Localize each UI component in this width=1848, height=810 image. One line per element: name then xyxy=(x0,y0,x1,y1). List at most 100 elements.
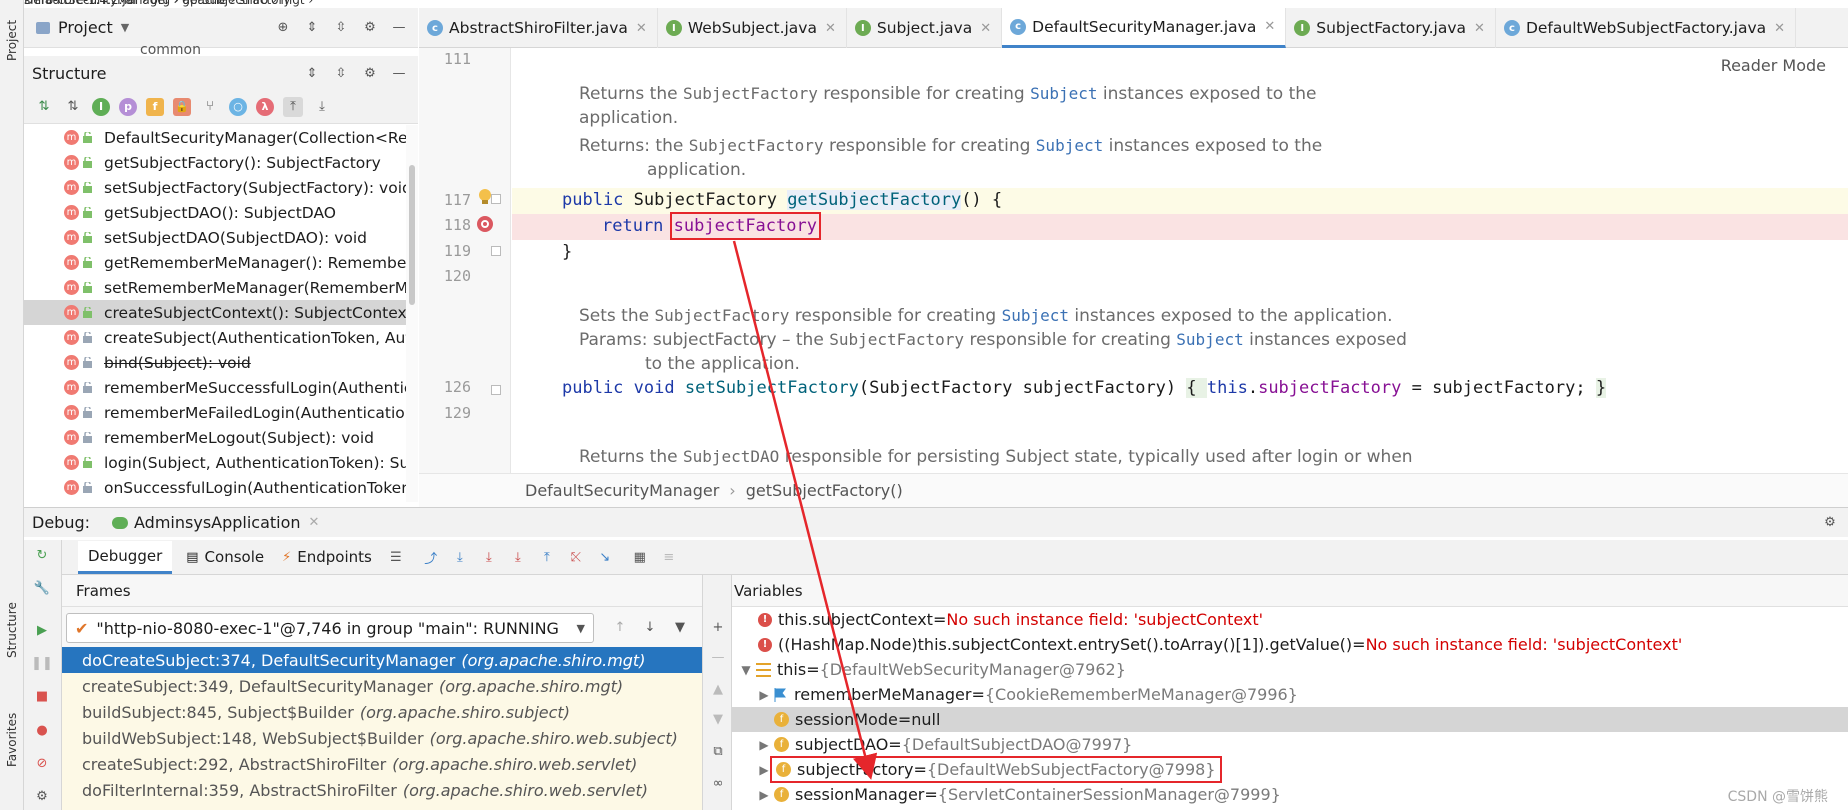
editor-tab[interactable]: c AbstractShiroFilter.java ✕ xyxy=(419,8,658,48)
variable-row[interactable]: f sessionMode = null xyxy=(732,707,1848,732)
thread-select[interactable]: ✔ "http-nio-8080-exec-1"@7,746 in group … xyxy=(66,613,594,643)
structure-item[interactable]: m rememberMeFailedLogin(AuthenticationTo xyxy=(24,400,418,425)
step-into-icon[interactable]: ⤓ xyxy=(479,547,499,567)
glasses-icon[interactable]: ∞ xyxy=(708,773,728,793)
tab-debugger[interactable]: Debugger xyxy=(78,540,173,574)
variable-row[interactable]: ▶ f sessionManager = {ServletContainerSess… xyxy=(732,782,1848,807)
structure-scrollbar[interactable] xyxy=(406,125,418,502)
close-icon[interactable]: ✕ xyxy=(980,21,991,36)
variable-row[interactable]: ▶ f subjectFactory = {DefaultWebSubjectFac… xyxy=(732,756,1848,783)
tab-console[interactable]: Console xyxy=(205,548,265,566)
close-icon[interactable]: ✕ xyxy=(1264,19,1275,34)
move-down-icon[interactable]: ▼ xyxy=(708,709,728,729)
variable-row[interactable]: ▶ rememberMeManager = {CookieRememberMeMa… xyxy=(732,682,1848,707)
project-tool-tab[interactable]: Project xyxy=(0,8,24,72)
pause-icon[interactable]: ❚❚ xyxy=(31,653,53,673)
stack-frame[interactable]: createSubject:292, AbstractShiroFilter (o… xyxy=(62,751,702,777)
project-tree-node[interactable]: common xyxy=(140,46,201,56)
wrench-icon[interactable]: 🔧 xyxy=(32,578,52,598)
add-watch-icon[interactable]: + xyxy=(708,617,728,637)
variable-row[interactable]: ▶ f subjectDAO = {DefaultSubjectDAO@7997} xyxy=(732,732,1848,757)
copy-icon[interactable]: ⧉ xyxy=(708,741,728,761)
locate-icon[interactable]: ⊕ xyxy=(273,18,293,38)
filter-icon[interactable]: ▼ xyxy=(670,617,690,637)
menu-icon[interactable]: ☰ xyxy=(386,547,406,567)
force-step-into-icon[interactable]: ⤓ xyxy=(508,547,528,567)
arrow-down-icon[interactable]: ↓ xyxy=(640,617,660,637)
chevron-down-icon[interactable]: ▼ xyxy=(736,663,756,677)
breadcrumb-method[interactable]: getSubjectFactory() xyxy=(746,481,903,500)
stack-frame[interactable]: buildSubject:845, Subject$Builder (org.ap… xyxy=(62,699,702,725)
variable-row[interactable]: ! this.subjectContext = No such instance … xyxy=(732,607,1848,632)
structure-item[interactable]: m createSubject(AuthenticationToken, Auth… xyxy=(24,325,418,350)
step-out-icon[interactable]: ⤒ xyxy=(537,547,557,567)
stack-frame[interactable]: doCreateSubject:374, DefaultSecurityMana… xyxy=(62,647,702,673)
stop-icon[interactable]: ■ xyxy=(32,686,52,706)
stack-frame[interactable]: doFilterInternal:359, AbstractShiroFilte… xyxy=(62,777,702,803)
minimize-icon[interactable]: — xyxy=(389,18,409,38)
gear-icon[interactable]: ⚙ xyxy=(1820,513,1840,533)
structure-item[interactable]: m rememberMeSuccessfulLogin(Authenticati xyxy=(24,375,418,400)
trace-current-stream-icon[interactable]: ≡ xyxy=(659,547,679,567)
resume-icon[interactable]: ▶ xyxy=(32,620,52,640)
show-inherited-icon[interactable]: I xyxy=(92,97,110,116)
arrow-up-icon[interactable]: ↑ xyxy=(610,617,630,637)
expand-all-icon[interactable]: ⇕ xyxy=(302,18,322,38)
structure-item[interactable]: m rememberMeLogout(Subject): void xyxy=(24,425,418,450)
stack-frame[interactable]: createSubject:349, DefaultSecurityManage… xyxy=(62,673,702,699)
breadcrumb-class[interactable]: DefaultSecurityManager xyxy=(525,481,719,500)
editor-tab[interactable]: I Subject.java ✕ xyxy=(847,8,1003,48)
rerun-icon[interactable]: ↻ xyxy=(32,545,52,565)
favorites-tool-tab[interactable]: Favorites xyxy=(0,700,24,780)
fold-icon[interactable] xyxy=(491,246,501,256)
show-properties-icon[interactable]: p xyxy=(119,97,137,116)
variable-row[interactable]: ! ((HashMap.Node)this.subjectContext.entr… xyxy=(732,632,1848,657)
structure-item[interactable]: m setSubjectDAO(SubjectDAO): void xyxy=(24,225,418,250)
editor-tab[interactable]: I WebSubject.java ✕ xyxy=(658,8,847,48)
remove-watch-icon[interactable]: — xyxy=(708,647,728,667)
view-breakpoints-icon[interactable]: ● xyxy=(32,720,52,740)
close-icon[interactable]: ✕ xyxy=(1774,21,1785,36)
structure-tool-tab[interactable]: Structure xyxy=(0,590,24,670)
structure-item[interactable]: m getSubjectDAO(): SubjectDAO xyxy=(24,200,418,225)
autoscroll-to-source-icon[interactable]: ⤒ xyxy=(283,96,303,117)
settings-icon[interactable]: ⚙ xyxy=(32,786,52,806)
variable-row[interactable]: ▼ this = {DefaultWebSecurityManager@7962} xyxy=(732,657,1848,682)
editor-tab[interactable]: I SubjectFactory.java ✕ xyxy=(1286,8,1496,48)
structure-item[interactable]: m createSubjectContext(): SubjectContext xyxy=(24,300,418,325)
autoscroll-from-source-icon[interactable]: ⤓ xyxy=(312,97,332,117)
gear-icon[interactable]: ⚙ xyxy=(360,63,380,83)
structure-item[interactable]: m setSubjectFactory(SubjectFactory): void xyxy=(24,175,418,200)
show-non-public-icon[interactable]: 🔒 xyxy=(173,97,191,116)
show-fields-icon[interactable]: f xyxy=(146,97,164,116)
show-execution-point-icon[interactable]: ⤴ xyxy=(421,547,441,567)
expand-all-icon[interactable]: ⇕ xyxy=(302,63,322,83)
collapse-all-icon[interactable]: ⇳ xyxy=(331,18,351,38)
fold-icon[interactable] xyxy=(491,385,501,395)
fold-icon[interactable] xyxy=(491,194,501,204)
chevron-right-icon[interactable]: ▶ xyxy=(754,688,774,702)
stack-frame[interactable]: buildWebSubject:148, WebSubject$Builder(… xyxy=(62,725,702,751)
move-up-icon[interactable]: ▲ xyxy=(708,679,728,699)
lambda-icon[interactable]: λ xyxy=(256,97,274,116)
lightbulb-icon[interactable] xyxy=(478,188,491,206)
editor-tab[interactable]: c DefaultWebSubjectFactory.java ✕ xyxy=(1496,8,1797,48)
minimize-icon[interactable]: — xyxy=(389,63,409,83)
close-icon[interactable]: ✕ xyxy=(636,21,647,36)
sort-alphabetically-icon[interactable]: ⇅ xyxy=(63,97,83,117)
mute-breakpoints-icon[interactable]: ⊘ xyxy=(32,753,52,773)
chevron-right-icon[interactable]: ▶ xyxy=(754,788,774,802)
tab-endpoints[interactable]: Endpoints xyxy=(297,548,372,566)
structure-item[interactable]: m setRememberMeManager(RememberMeMa xyxy=(24,275,418,300)
collapse-all-icon[interactable]: ⇳ xyxy=(331,63,351,83)
reader-mode-button[interactable]: Reader Mode xyxy=(1721,56,1826,75)
code-editor[interactable]: Reader Mode Returns the SubjectFactory r… xyxy=(512,48,1848,473)
run-to-cursor-icon[interactable]: ↘ xyxy=(595,547,615,567)
anonymous-classes-icon[interactable]: ○ xyxy=(229,97,247,116)
evaluate-expression-icon[interactable]: ▦ xyxy=(630,547,650,567)
chevron-down-icon[interactable]: ▼ xyxy=(121,21,129,34)
close-icon[interactable]: ✕ xyxy=(309,515,320,530)
code-line-126[interactable]: public void setSubjectFactory(SubjectFac… xyxy=(562,378,1607,398)
structure-item[interactable]: m DefaultSecurityManager(Collection<Realm xyxy=(24,125,418,150)
editor-tab[interactable]: c DefaultSecurityManager.java ✕ xyxy=(1002,8,1287,48)
